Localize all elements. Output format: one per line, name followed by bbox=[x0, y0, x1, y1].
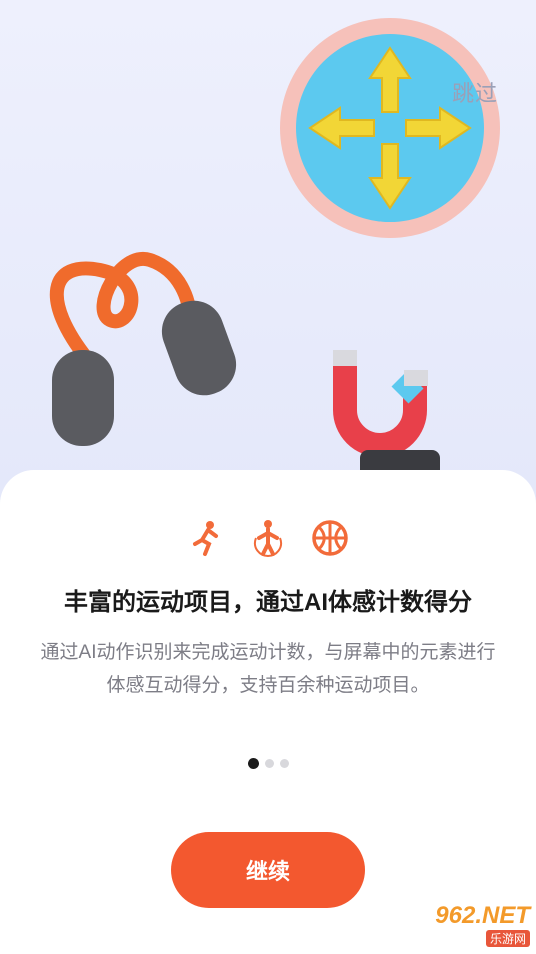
onboarding-card: 丰富的运动项目，通过AI体感计数得分 通过AI动作识别来完成运动计数，与屏幕中的… bbox=[0, 470, 536, 954]
site-watermark: 962.NET 乐游网 bbox=[398, 902, 530, 948]
jump-rope-icon bbox=[248, 518, 288, 558]
page-description: 通过AI动作识别来完成运动计数，与屏幕中的元素进行体感互动得分，支持百余种运动项… bbox=[40, 642, 496, 696]
feature-icons bbox=[0, 518, 536, 558]
skip-button[interactable]: 跳过 bbox=[452, 76, 498, 108]
basketball-icon bbox=[310, 518, 350, 558]
page-dot-2 bbox=[264, 759, 274, 768]
magnet-illustration bbox=[333, 350, 428, 457]
page-title: 丰富的运动项目，通过AI体感计数得分 bbox=[64, 589, 472, 616]
hero-artwork bbox=[49, 18, 500, 500]
page-dot-1 bbox=[247, 758, 259, 769]
move-arrows-disc-icon bbox=[280, 18, 500, 238]
jump-rope-illustration bbox=[49, 251, 237, 446]
continue-button[interactable]: 继续 bbox=[171, 832, 365, 908]
watermark-caption: 乐游网 bbox=[485, 930, 530, 947]
page-dot-3 bbox=[279, 759, 289, 768]
running-icon bbox=[186, 518, 226, 558]
page-indicator bbox=[0, 758, 536, 769]
hero-illustration: 跳过 bbox=[0, 0, 536, 500]
watermark-logo: 962.NET bbox=[435, 902, 530, 929]
